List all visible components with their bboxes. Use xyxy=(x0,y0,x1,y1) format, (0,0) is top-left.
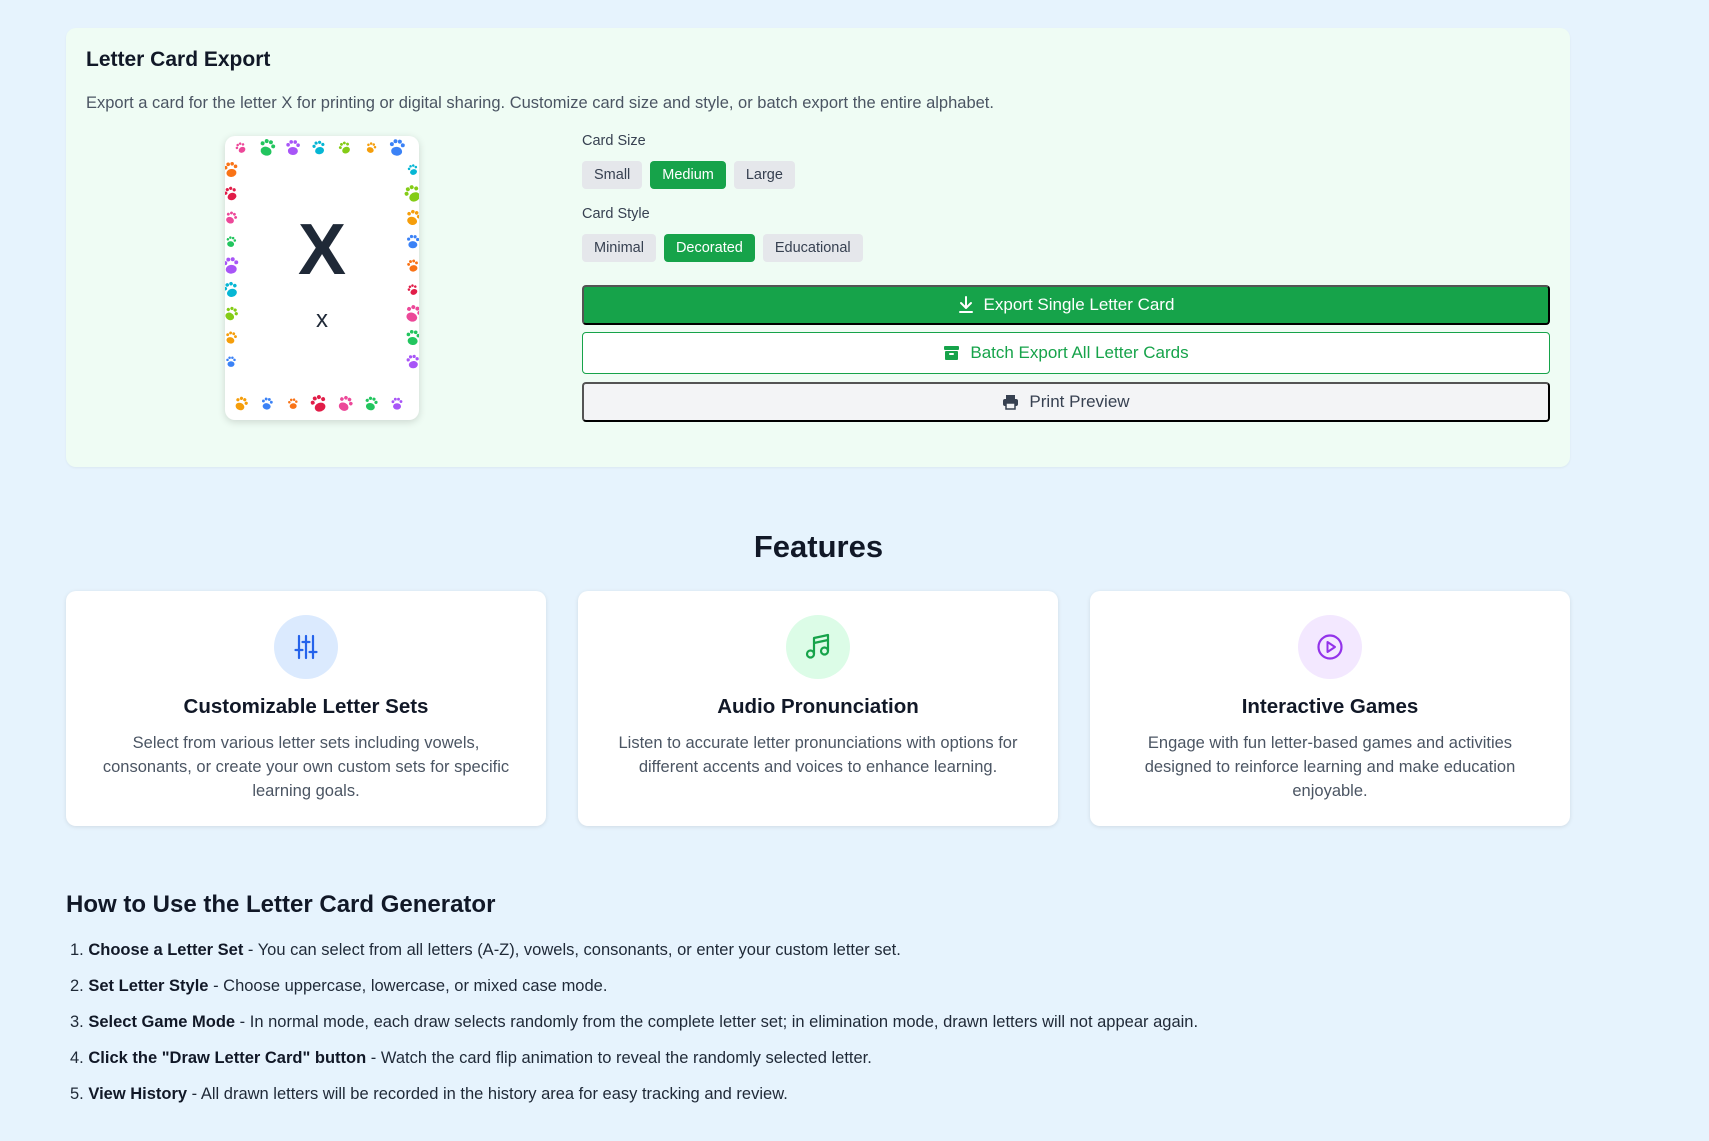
download-icon xyxy=(958,296,973,313)
feature-title: Interactive Games xyxy=(1241,695,1419,718)
howto-step: 1. Choose a Letter Set - You can select … xyxy=(70,941,901,959)
batch-export-label: Batch Export All Letter Cards xyxy=(970,343,1189,362)
style-educational-button[interactable]: Educational xyxy=(762,234,863,262)
play-circle-icon xyxy=(1298,615,1362,679)
howto-step: 3. Select Game Mode - In normal mode, ea… xyxy=(70,1013,1199,1031)
printer-icon xyxy=(1003,395,1019,410)
card-style-label: Card Style xyxy=(582,206,650,222)
feature-description: Engage with fun letter-based games and a… xyxy=(1144,734,1516,800)
size-medium-button[interactable]: Medium xyxy=(650,161,726,189)
howto-step: 2. Set Letter Style - Choose uppercase, … xyxy=(70,977,608,995)
card-size-label: Card Size xyxy=(582,133,646,149)
panel-title: Letter Card Export xyxy=(86,48,271,71)
panel-description: Export a card for the letter X for print… xyxy=(86,94,994,112)
style-decorated-button[interactable]: Decorated xyxy=(663,234,755,262)
card-size-group: Small Medium Large xyxy=(582,161,795,189)
features-heading: Features xyxy=(753,529,884,564)
howto-step: 5. View History - All drawn letters will… xyxy=(70,1085,788,1103)
howto-steps-list: 1. Choose a Letter Set - You can select … xyxy=(70,938,1198,1118)
archive-icon xyxy=(944,346,960,360)
size-small-button[interactable]: Small xyxy=(582,161,643,189)
export-single-button[interactable]: Export Single Letter Card xyxy=(582,285,1550,325)
howto-heading: How to Use the Letter Card Generator xyxy=(66,891,496,918)
sliders-icon xyxy=(274,615,338,679)
card-style-group: Minimal Decorated Educational xyxy=(582,234,863,262)
style-minimal-button[interactable]: Minimal xyxy=(582,234,656,262)
letter-card-preview: X x xyxy=(225,136,419,420)
print-preview-button[interactable]: Print Preview xyxy=(582,382,1550,422)
howto-step: 4. Click the "Draw Letter Card" button -… xyxy=(70,1049,872,1067)
feature-description: Listen to accurate letter pronunciations… xyxy=(618,734,1018,776)
music-note-icon xyxy=(786,615,850,679)
card-lowercase-letter: x xyxy=(316,306,328,333)
feature-card-audio: Audio Pronunciation Listen to accurate l… xyxy=(578,591,1058,826)
export-single-label: Export Single Letter Card xyxy=(983,295,1175,314)
size-large-button[interactable]: Large xyxy=(733,161,795,189)
feature-card-games: Interactive Games Engage with fun letter… xyxy=(1090,591,1570,826)
letter-card-export-panel: Letter Card Export Export a card for the… xyxy=(66,28,1570,467)
feature-title: Customizable Letter Sets xyxy=(183,695,429,718)
feature-title: Audio Pronunciation xyxy=(717,695,919,718)
feature-card-letter-sets: Customizable Letter Sets Select from var… xyxy=(66,591,546,826)
batch-export-button[interactable]: Batch Export All Letter Cards xyxy=(582,332,1550,374)
print-preview-label: Print Preview xyxy=(1029,392,1130,411)
feature-description: Select from various letter sets includin… xyxy=(102,734,510,800)
card-uppercase-letter: X xyxy=(297,210,347,290)
